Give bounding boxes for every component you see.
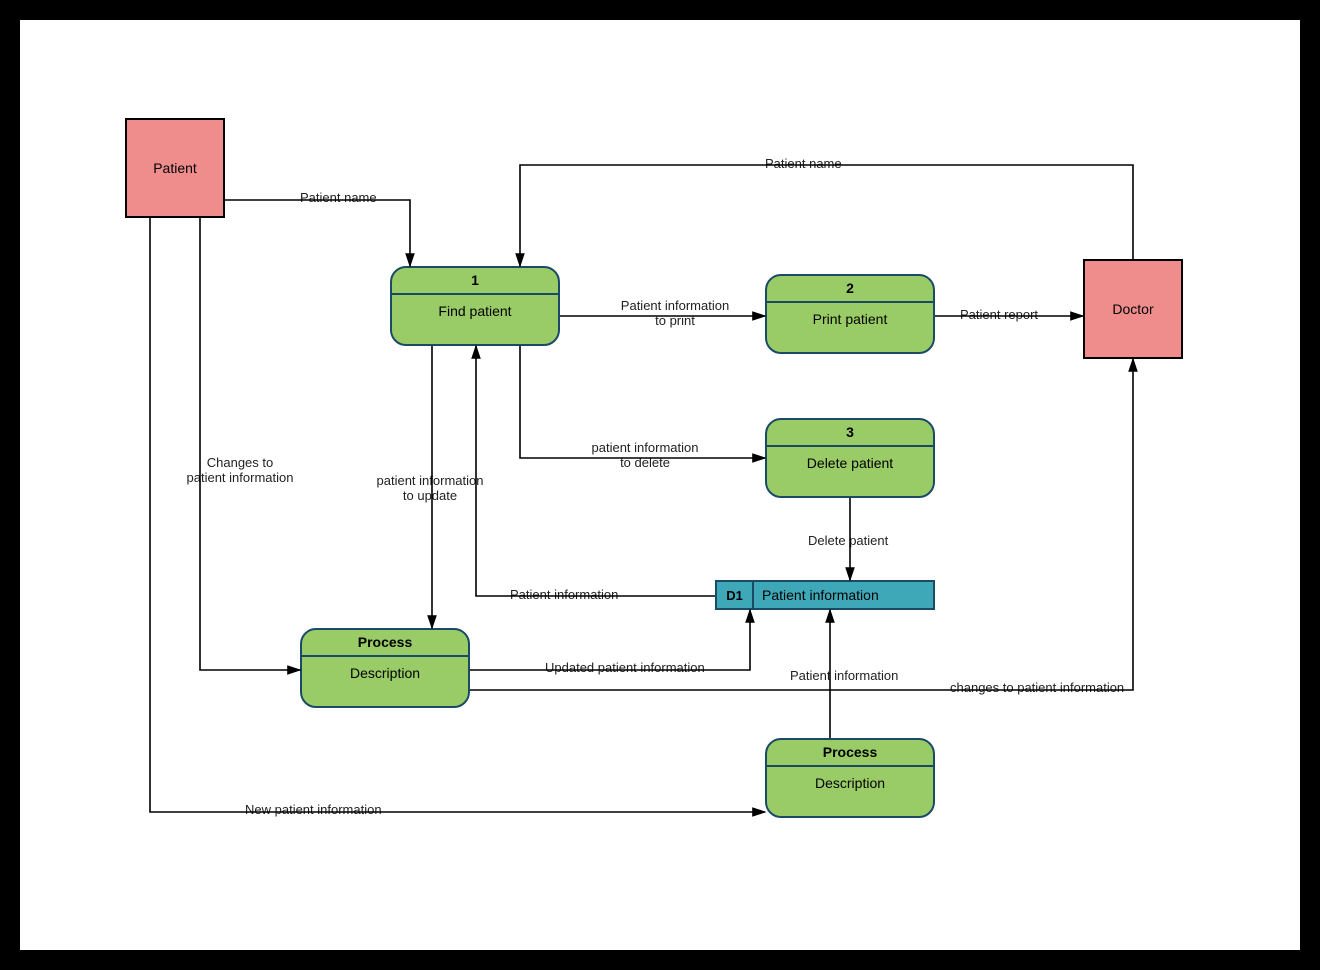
process-2-id: 2 [767, 276, 933, 303]
process-1-name: Find patient [392, 295, 558, 327]
process-5-name: Description [767, 767, 933, 799]
process-3-name: Delete patient [767, 447, 933, 479]
diagram-canvas: Patient Doctor 1 Find patient 2 Print pa… [20, 20, 1300, 950]
process-2-name: Print patient [767, 303, 933, 335]
process-print-patient[interactable]: 2 Print patient [765, 274, 935, 354]
flow-label-13: New patient information [245, 802, 382, 817]
process-5-id: Process [767, 740, 933, 767]
flow-label-3: Patient informationto print [590, 298, 760, 328]
datastore-d1-name: Patient information [754, 582, 933, 608]
process-5[interactable]: Process Description [765, 738, 935, 818]
entity-patient[interactable]: Patient [125, 118, 225, 218]
process-find-patient[interactable]: 1 Find patient [390, 266, 560, 346]
process-4-id: Process [302, 630, 468, 657]
flow-label-4: Patient report [960, 307, 1038, 322]
flow-label-7: Patient information [510, 587, 618, 602]
process-1-id: 1 [392, 268, 558, 295]
flow-label-11: changes to patient information [950, 680, 1124, 695]
process-3-id: 3 [767, 420, 933, 447]
flow-label-8: patient informationto update [345, 473, 515, 503]
flow-label-6: Delete patient [808, 533, 888, 548]
flow-label-9: Updated patient information [545, 660, 705, 675]
process-4[interactable]: Process Description [300, 628, 470, 708]
flow-label-2: Patient name [765, 156, 842, 171]
entity-doctor[interactable]: Doctor [1083, 259, 1183, 359]
process-4-name: Description [302, 657, 468, 689]
process-delete-patient[interactable]: 3 Delete patient [765, 418, 935, 498]
entity-doctor-label: Doctor [1112, 301, 1153, 317]
flow-label-12: Patient information [790, 668, 898, 683]
datastore-d1[interactable]: D1 Patient information [715, 580, 935, 610]
datastore-d1-id: D1 [717, 582, 754, 608]
flow-label-5: patient informationto delete [560, 440, 730, 470]
flow-label-1: Patient name [300, 190, 377, 205]
entity-patient-label: Patient [153, 160, 197, 176]
flow-label-10: Changes topatient information [170, 455, 310, 485]
